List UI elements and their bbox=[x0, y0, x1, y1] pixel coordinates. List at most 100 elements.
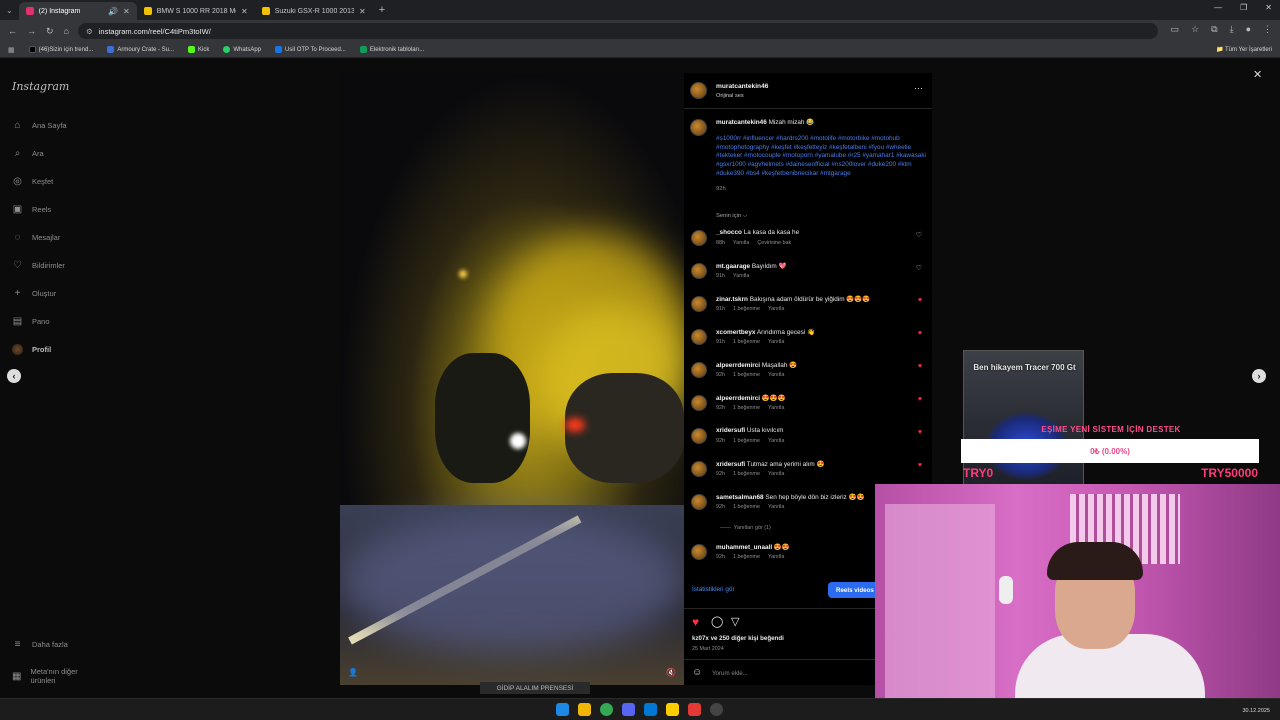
comment-action-link[interactable]: 1 beğenme bbox=[733, 554, 760, 560]
bookmark-item[interactable]: (46)Sizin için trend... bbox=[28, 46, 93, 53]
commenter-avatar[interactable] bbox=[691, 230, 707, 246]
like-heart-icon[interactable]: ♥ bbox=[692, 615, 699, 629]
comment-like-heart-icon[interactable]: ♥ bbox=[918, 396, 922, 403]
share-icon[interactable]: ▽ bbox=[731, 615, 739, 628]
app-icon[interactable] bbox=[666, 703, 679, 716]
commenter-avatar[interactable] bbox=[691, 461, 707, 477]
audio-label[interactable]: Orijinal ses bbox=[716, 93, 744, 99]
comment-action-link[interactable]: 1 beğenme bbox=[733, 438, 760, 444]
nav-search[interactable]: ⌕ Ara bbox=[12, 148, 44, 159]
forward-button[interactable]: → bbox=[27, 26, 36, 36]
comment-action-link[interactable]: 1 beğenme bbox=[733, 504, 760, 510]
commenter-username[interactable]: xcomertbeyx bbox=[716, 329, 755, 336]
all-bookmarks-link[interactable]: 📁 Tüm Yer İşaretleri bbox=[1216, 46, 1272, 53]
commenter-avatar[interactable] bbox=[691, 362, 707, 378]
chrome-icon[interactable] bbox=[600, 703, 613, 716]
commenter-username[interactable]: alpeerrdemirci bbox=[716, 362, 760, 369]
back-button[interactable]: ← bbox=[8, 26, 17, 36]
comment-action-link[interactable]: 1 beğenme bbox=[733, 471, 760, 477]
app-icon[interactable] bbox=[644, 703, 657, 716]
browser-tab-suzuki[interactable]: Suzuki GSX-R 1000 2013 Mode... ✕ bbox=[255, 2, 373, 20]
extensions-icon[interactable]: ⧉ bbox=[1211, 24, 1217, 35]
apps-grid-icon[interactable]: ▦ bbox=[8, 46, 15, 54]
reply-link[interactable]: Yanıtla bbox=[768, 405, 784, 411]
commenter-avatar[interactable] bbox=[691, 494, 707, 510]
insights-link[interactable]: İstatistikleri gör bbox=[692, 586, 735, 593]
tab-search-icon[interactable]: ⌄ bbox=[6, 6, 13, 15]
nav-meta-products[interactable]: ▦ Meta'nın diğer ürünleri bbox=[12, 667, 90, 685]
reply-link[interactable]: Yanıtla bbox=[768, 438, 784, 444]
reply-link[interactable]: Yanıtla bbox=[733, 273, 749, 279]
comment-like-heart-icon[interactable]: ♥ bbox=[918, 330, 922, 337]
commenter-avatar[interactable] bbox=[691, 296, 707, 312]
comment-input[interactable]: Yorum ekle... bbox=[712, 670, 748, 677]
reload-button[interactable]: ↻ bbox=[46, 26, 54, 37]
likes-summary[interactable]: kz07x ve 250 diğer kişi beğendi bbox=[692, 635, 784, 642]
commenter-avatar[interactable] bbox=[691, 428, 707, 444]
nav-profile[interactable]: Profil bbox=[12, 344, 51, 355]
instagram-logo[interactable]: Instagram bbox=[12, 80, 69, 93]
bookmark-item[interactable]: Usil OTP To Proceed... bbox=[275, 46, 346, 53]
commenter-avatar[interactable] bbox=[691, 395, 707, 411]
close-window-button[interactable]: ✕ bbox=[1265, 3, 1272, 12]
comment-like-heart-icon[interactable]: ♥ bbox=[918, 363, 922, 370]
commenter-avatar[interactable] bbox=[691, 263, 707, 279]
reply-link[interactable]: Yanıtla bbox=[768, 554, 784, 560]
mute-icon[interactable]: 🔇 bbox=[666, 668, 676, 677]
reply-link[interactable]: Yanıtla bbox=[768, 504, 784, 510]
bookmark-item[interactable]: Kick bbox=[188, 46, 209, 53]
nav-more[interactable]: ≡ Daha fazla bbox=[12, 639, 68, 650]
close-tab-icon[interactable]: ✕ bbox=[123, 7, 130, 16]
browser-tab-instagram[interactable]: (2) Instagram 🔊 ✕ bbox=[18, 2, 137, 20]
nav-messages[interactable]: ◌ Mesajlar bbox=[12, 232, 61, 243]
obs-icon[interactable] bbox=[710, 703, 723, 716]
reel-video[interactable]: 👤 🔇 bbox=[340, 73, 684, 685]
comment-like-heart-icon[interactable]: ♥ bbox=[918, 429, 922, 436]
bookmark-item[interactable]: WhatsApp bbox=[223, 46, 261, 53]
nav-create[interactable]: + Oluştur bbox=[12, 288, 57, 299]
commenter-username[interactable]: mt.gaarage bbox=[716, 263, 750, 270]
bookmark-item[interactable]: Armoury Crate - Su... bbox=[107, 46, 174, 53]
commenter-username[interactable]: alpeerrdemirci bbox=[716, 395, 760, 402]
comment-action-link[interactable]: 1 beğenme bbox=[733, 372, 760, 378]
previous-reel-button[interactable]: ‹ bbox=[7, 369, 21, 383]
address-bar[interactable]: ⚙ instagram.com/reel/C4tiPm3toIW/ bbox=[78, 23, 1158, 39]
nav-reels[interactable]: ▣ Reels bbox=[12, 204, 51, 215]
comment-like-heart-icon[interactable]: ♡ bbox=[916, 231, 922, 239]
emoji-icon[interactable]: ☺ bbox=[692, 667, 702, 678]
downloads-icon[interactable]: ⤓ bbox=[1230, 24, 1234, 35]
file-explorer-icon[interactable] bbox=[578, 703, 591, 716]
commenter-username[interactable]: sametsalman68 bbox=[716, 494, 764, 501]
bookmark-item[interactable]: Elektronik tabloları... bbox=[359, 46, 424, 53]
home-button[interactable]: ⌂ bbox=[64, 26, 69, 36]
more-options-icon[interactable]: ⋯ bbox=[914, 83, 923, 94]
minimize-button[interactable]: — bbox=[1214, 3, 1222, 12]
bookmark-star-icon[interactable]: ☆ bbox=[1191, 24, 1199, 35]
comment-action-link[interactable]: Çevirisine bak bbox=[757, 240, 791, 246]
new-tab-button[interactable]: + bbox=[379, 4, 385, 16]
view-replies-link[interactable]: —— Yanıtları gör (1) bbox=[720, 525, 771, 531]
discord-icon[interactable] bbox=[622, 703, 635, 716]
comment-like-heart-icon[interactable]: ♥ bbox=[918, 297, 922, 304]
nav-dashboard[interactable]: ▤ Pano bbox=[12, 316, 50, 327]
menu-icon[interactable]: ⋮ bbox=[1263, 24, 1272, 35]
speaker-icon[interactable]: 🔊 bbox=[108, 7, 118, 16]
commenter-username[interactable]: xridersufi bbox=[716, 461, 745, 468]
restore-button[interactable]: ❐ bbox=[1240, 3, 1247, 12]
caption-hashtags[interactable]: #s1000rr #influencer #hardrs200 #motolif… bbox=[716, 135, 926, 179]
cast-icon[interactable]: ▭ bbox=[1171, 24, 1180, 35]
author-avatar[interactable] bbox=[690, 82, 707, 99]
next-reel-button[interactable]: › bbox=[1252, 369, 1266, 383]
nav-explore[interactable]: ◎ Keşfet bbox=[12, 176, 53, 187]
commenter-username[interactable]: muhammet_unaall bbox=[716, 544, 772, 551]
start-menu-icon[interactable] bbox=[556, 703, 569, 716]
commenter-username[interactable]: _shocco bbox=[716, 229, 742, 236]
author-username[interactable]: muratcantekin46 bbox=[716, 83, 768, 90]
commenter-username[interactable]: zinar.tskrn bbox=[716, 296, 748, 303]
reply-link[interactable]: Yanıtla bbox=[768, 339, 784, 345]
close-tab-icon[interactable]: ✕ bbox=[241, 7, 248, 16]
close-tab-icon[interactable]: ✕ bbox=[359, 7, 366, 16]
reply-link[interactable]: Yanıtla bbox=[768, 306, 784, 312]
comment-sort-dropdown[interactable]: Senin için ⌵ bbox=[716, 213, 747, 220]
reply-link[interactable]: Yanıtla bbox=[733, 240, 749, 246]
